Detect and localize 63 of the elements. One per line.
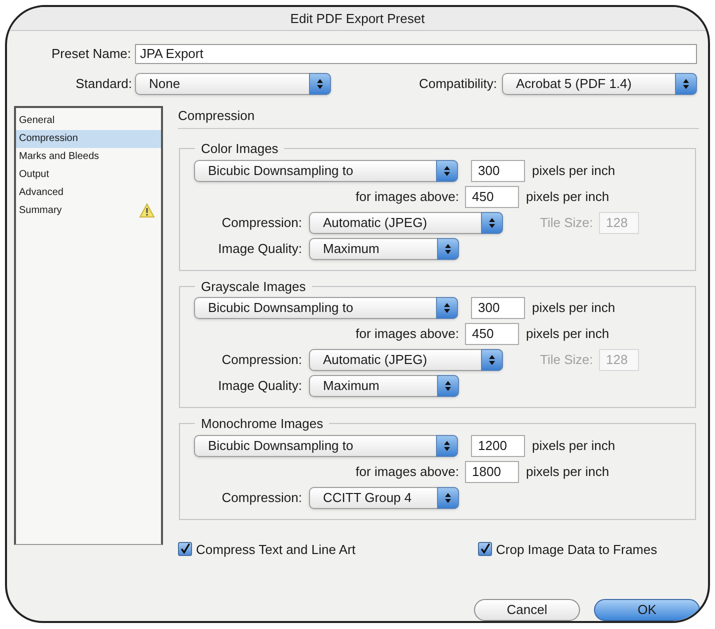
above-field[interactable]: 1800 (465, 460, 519, 482)
field-label: Image Quality: (217, 377, 303, 396)
field-label: for images above: (354, 325, 460, 344)
group-title: Grayscale Images (200, 278, 307, 296)
checkmark-icon (179, 542, 191, 556)
resolution-field[interactable]: 1200 (471, 434, 525, 456)
field-label: Tile Size: (540, 351, 594, 370)
sampling-popup[interactable]: Bicubic Downsampling to (194, 160, 458, 182)
field-label: Compression: (220, 488, 303, 507)
group-title: Color Images (200, 140, 280, 158)
compression-popup[interactable]: Automatic (JPEG) (309, 349, 503, 371)
stepper-arrows-icon (444, 380, 452, 392)
unit-label: pixels per inch (526, 188, 610, 206)
compatibility-popup[interactable]: Acrobat 5 (PDF 1.4) (502, 72, 697, 94)
checkmark-icon (479, 542, 491, 556)
field-label: for images above: (354, 462, 460, 481)
field-label: Image Quality: (217, 240, 303, 258)
unit-label: pixels per inch (532, 436, 616, 455)
field-label: Standard: (74, 74, 133, 93)
window-title: Edit PDF Export Preset (290, 10, 425, 28)
quality-popup[interactable]: Maximum (309, 238, 459, 260)
sampling-popup[interactable]: Bicubic Downsampling to (194, 434, 458, 456)
resolution-field[interactable]: 300 (471, 297, 525, 319)
group-title: Monochrome Images (200, 415, 324, 433)
sidebar-item[interactable]: Marks and Bleeds (16, 148, 161, 166)
quality-popup[interactable]: Maximum (309, 375, 459, 397)
compression-popup[interactable]: Automatic (JPEG) (309, 212, 503, 234)
field-label: Preset Name: (50, 44, 132, 63)
stepper-arrows-icon (488, 354, 496, 366)
preset-name-field[interactable]: JPA Export (135, 44, 697, 64)
compression-popup[interactable]: CCITT Group 4 (309, 486, 459, 508)
stepper-arrows-icon (444, 492, 452, 504)
sidebar-item[interactable]: Output (16, 166, 161, 184)
cancel-button[interactable]: Cancel (474, 599, 580, 621)
field-label: Tile Size: (540, 214, 594, 232)
stepper-arrows-icon (443, 164, 451, 176)
checkbox[interactable]: Compress Text and Line Art (178, 540, 478, 559)
unit-label: pixels per inch (526, 325, 610, 344)
field-label: Compatibility: (418, 74, 498, 93)
unit-label: pixels per inch (526, 462, 610, 481)
stepper-arrows-icon (488, 216, 496, 228)
stepper-arrows-icon (443, 302, 451, 314)
sampling-popup[interactable]: Bicubic Downsampling to (194, 297, 458, 319)
resolution-field[interactable]: 300 (471, 160, 525, 182)
sidebar-item[interactable]: General (16, 112, 161, 130)
standard-popup[interactable]: None (135, 72, 331, 94)
ok-button[interactable]: OK (594, 599, 700, 621)
sidebar-item[interactable]: Summary (16, 202, 161, 220)
field-label: for images above: (354, 188, 460, 206)
field-label: Compression: (220, 214, 303, 232)
unit-label: pixels per inch (532, 299, 616, 318)
above-field[interactable]: 450 (465, 323, 519, 345)
sidebar-item[interactable]: Compression (16, 130, 161, 148)
above-field[interactable]: 450 (465, 186, 519, 208)
field-label: Compression: (220, 351, 303, 370)
stepper-arrows-icon (682, 78, 690, 90)
unit-label: pixels per inch (532, 162, 616, 180)
sidebar-item[interactable]: Advanced (16, 184, 161, 202)
checkbox[interactable]: Crop Image Data to Frames (478, 540, 658, 559)
section-title: Compression (178, 108, 255, 122)
stepper-arrows-icon (444, 242, 452, 254)
stepper-arrows-icon (443, 440, 451, 452)
stepper-arrows-icon (316, 78, 324, 90)
